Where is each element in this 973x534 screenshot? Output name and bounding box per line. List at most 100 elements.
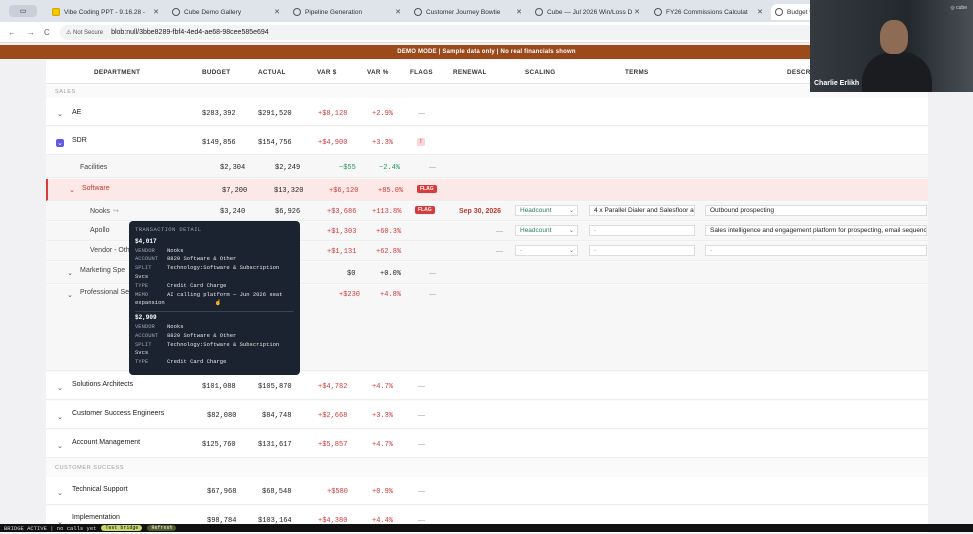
actual-value: $105,870 — [258, 383, 292, 391]
renewal-empty[interactable]: — — [496, 228, 503, 235]
tab-favicon-icon — [654, 8, 662, 16]
close-tab-icon[interactable]: ✕ — [634, 8, 640, 16]
browser-tab-3[interactable]: Pipeline Generation ✕ — [289, 4, 405, 20]
terms-input[interactable]: 4 x Parallel Dialer and Salesfloor a — [589, 205, 695, 216]
actual-value: $84,748 — [262, 412, 292, 420]
description-value: Outbound prospecting — [710, 207, 774, 214]
browser-tab-4[interactable]: Customer Journey Bowtie ✕ — [410, 4, 526, 20]
tx-label: TYPE — [135, 358, 149, 366]
budget-value: $283,392 — [202, 110, 236, 118]
bridge-status-text: BRIDGE ACTIVE | no calls yet — [4, 524, 97, 532]
scaling-select[interactable]: - ⌄ — [515, 245, 578, 256]
expand-chevron-icon[interactable]: ⌄ — [66, 291, 74, 299]
flag-none: — — [418, 412, 425, 419]
col-var-dollar[interactable]: VAR $ — [317, 69, 337, 76]
var-pct: +85.0% — [378, 187, 404, 195]
col-terms[interactable]: TERMS — [625, 69, 649, 76]
var-dollar: +$6,120 — [329, 187, 359, 195]
var-pct: +3.3% — [372, 412, 394, 420]
terms-input[interactable]: - — [589, 245, 695, 256]
section-label-customer-success: CUSTOMER SUCCESS — [55, 465, 125, 471]
browser-tab-6[interactable]: FY26 Commissions Calculat ✕ — [650, 4, 767, 20]
table-row-software[interactable]: ⌄ Software $7,200 $13,320 +$6,120 +85.0%… — [46, 179, 928, 201]
test-bridge-button[interactable]: Test bridge — [101, 525, 143, 531]
budget-value: $3,240 — [220, 208, 246, 216]
col-department[interactable]: DEPARTMENT — [94, 69, 140, 76]
description-value: - — [710, 247, 713, 254]
tab-label: FY26 Commissions Calculat — [666, 8, 748, 16]
tab-favicon-icon — [414, 8, 422, 16]
col-budget[interactable]: BUDGET — [202, 69, 230, 76]
dept-name: Account Management — [72, 439, 141, 446]
table-row-facilities[interactable]: Facilities $2,304 $2,249 −$55 −2.4% — — [46, 156, 928, 178]
table-row-cse[interactable]: ⌄ Customer Success Engineers $82,080 $84… — [46, 401, 928, 429]
col-var-pct[interactable]: VAR % — [367, 69, 389, 76]
flag-warning-badge[interactable]: ! — [417, 138, 425, 146]
scaling-select[interactable]: Headcount ⌄ — [515, 225, 578, 236]
tx-account: 8820 Software & Other — [167, 255, 237, 263]
flag-label: FLAG — [417, 185, 437, 193]
terms-input[interactable]: - — [589, 225, 695, 236]
scaling-select[interactable]: Headcount ⌄ — [515, 205, 578, 216]
video-call-overlay[interactable]: ◎ cube Charlie Erlikh — [810, 0, 973, 92]
back-arrow-icon[interactable]: ← — [8, 28, 16, 37]
description-input[interactable]: - — [705, 245, 927, 256]
browser-tab-2[interactable]: Cube Demo Gallery ✕ — [168, 4, 284, 20]
cube-logo: ◎ cube — [950, 5, 967, 11]
close-tab-icon[interactable]: ✕ — [516, 8, 522, 16]
sidebar-toggle-button[interactable]: ▭ — [9, 5, 37, 17]
expand-chevron-icon[interactable]: ⌄ — [56, 139, 64, 147]
col-description[interactable]: DESCR — [787, 69, 811, 76]
var-dollar: −$55 — [339, 164, 356, 172]
expand-chevron-icon[interactable]: ⌄ — [56, 413, 64, 421]
flag-none: — — [418, 441, 425, 448]
table-row-nooks[interactable]: Nooks ↪ $3,240 $6,926 +$3,686 +113.8% FL… — [46, 202, 928, 221]
flag-badge[interactable]: FLAG — [415, 206, 435, 214]
table-row-ae[interactable]: ⌄ AE $283,392 $291,520 +$8,128 +2.9% — — [46, 98, 928, 126]
description-input[interactable]: Outbound prospecting — [705, 205, 927, 216]
close-tab-icon[interactable]: ✕ — [153, 8, 159, 16]
expand-chevron-icon[interactable]: ⌄ — [68, 186, 76, 194]
expand-chevron-icon[interactable]: ⌄ — [56, 384, 64, 392]
table-row-technical-support[interactable]: ⌄ Technical Support $67,968 $68,548 +$58… — [46, 477, 928, 505]
close-tab-icon[interactable]: ✕ — [757, 8, 763, 16]
dept-name: Professional Se — [80, 289, 130, 296]
var-dollar: +$8,128 — [318, 110, 348, 118]
tx-label: VENDOR — [135, 246, 155, 254]
expand-chevron-icon[interactable]: ⌄ — [56, 110, 64, 118]
col-renewal[interactable]: RENEWAL — [453, 69, 487, 76]
transaction-detail-tooltip: TRANSACTION DETAIL $4,017 VENDOR Nooks AC… — [129, 221, 300, 375]
col-scaling[interactable]: SCALING — [525, 69, 555, 76]
url-field[interactable]: ⚠ Not Secure blob:null/3bbe8289-fbf4-4ed… — [60, 25, 820, 40]
tx-label: SPLIT — [135, 340, 152, 348]
close-tab-icon[interactable]: ✕ — [274, 8, 280, 16]
col-actual[interactable]: ACTUAL — [258, 69, 286, 76]
renewal-date[interactable]: Sep 30, 2026 — [459, 208, 501, 215]
description-input[interactable]: Sales intelligence and engagement platfo… — [705, 225, 927, 236]
expand-chevron-icon[interactable]: ⌄ — [66, 269, 74, 277]
tx-memo-cont: expansion — [135, 299, 165, 307]
flag-badge[interactable]: FLAG — [417, 185, 437, 193]
expand-chevron-icon[interactable]: ⌄ — [56, 489, 64, 497]
forward-arrow-icon[interactable]: → — [27, 28, 35, 37]
table-row-solutions-architects[interactable]: ⌄ Solutions Architects $101,088 $105,870… — [46, 372, 928, 400]
expand-chevron-icon[interactable]: ⌄ — [56, 442, 64, 450]
table-header: DEPARTMENT BUDGET ACTUAL VAR $ VAR % FLA… — [46, 60, 928, 84]
reload-icon[interactable]: C — [44, 28, 50, 37]
scaling-value: - — [520, 247, 523, 254]
tab-favicon-icon — [172, 8, 180, 16]
var-pct: +2.9% — [372, 110, 394, 118]
table-row-sdr[interactable]: ⌄ SDR $149,856 $154,756 +$4,900 +3.3% ! — [46, 127, 928, 155]
col-flags[interactable]: FLAGS — [410, 69, 433, 76]
tx-memo: AI calling platform — Jun 2026 seat — [167, 290, 283, 298]
var-pct: +4.7% — [372, 383, 394, 391]
var-pct: +4.7% — [372, 441, 394, 449]
renewal-empty[interactable]: — — [496, 248, 503, 255]
table-row-account-management[interactable]: ⌄ Account Management $125,760 $131,617 +… — [46, 430, 928, 458]
browser-tab-1[interactable]: Vibe Coding PPT - 9.16.28 - ✕ — [48, 4, 163, 20]
link-icon[interactable]: ↪ — [113, 207, 119, 215]
close-tab-icon[interactable]: ✕ — [395, 8, 401, 16]
refresh-button[interactable]: Refresh — [147, 525, 177, 531]
browser-tab-5[interactable]: Cube — Jul 2026 Win/Loss D ✕ — [531, 4, 644, 20]
not-secure-indicator[interactable]: ⚠ Not Secure — [66, 29, 103, 36]
